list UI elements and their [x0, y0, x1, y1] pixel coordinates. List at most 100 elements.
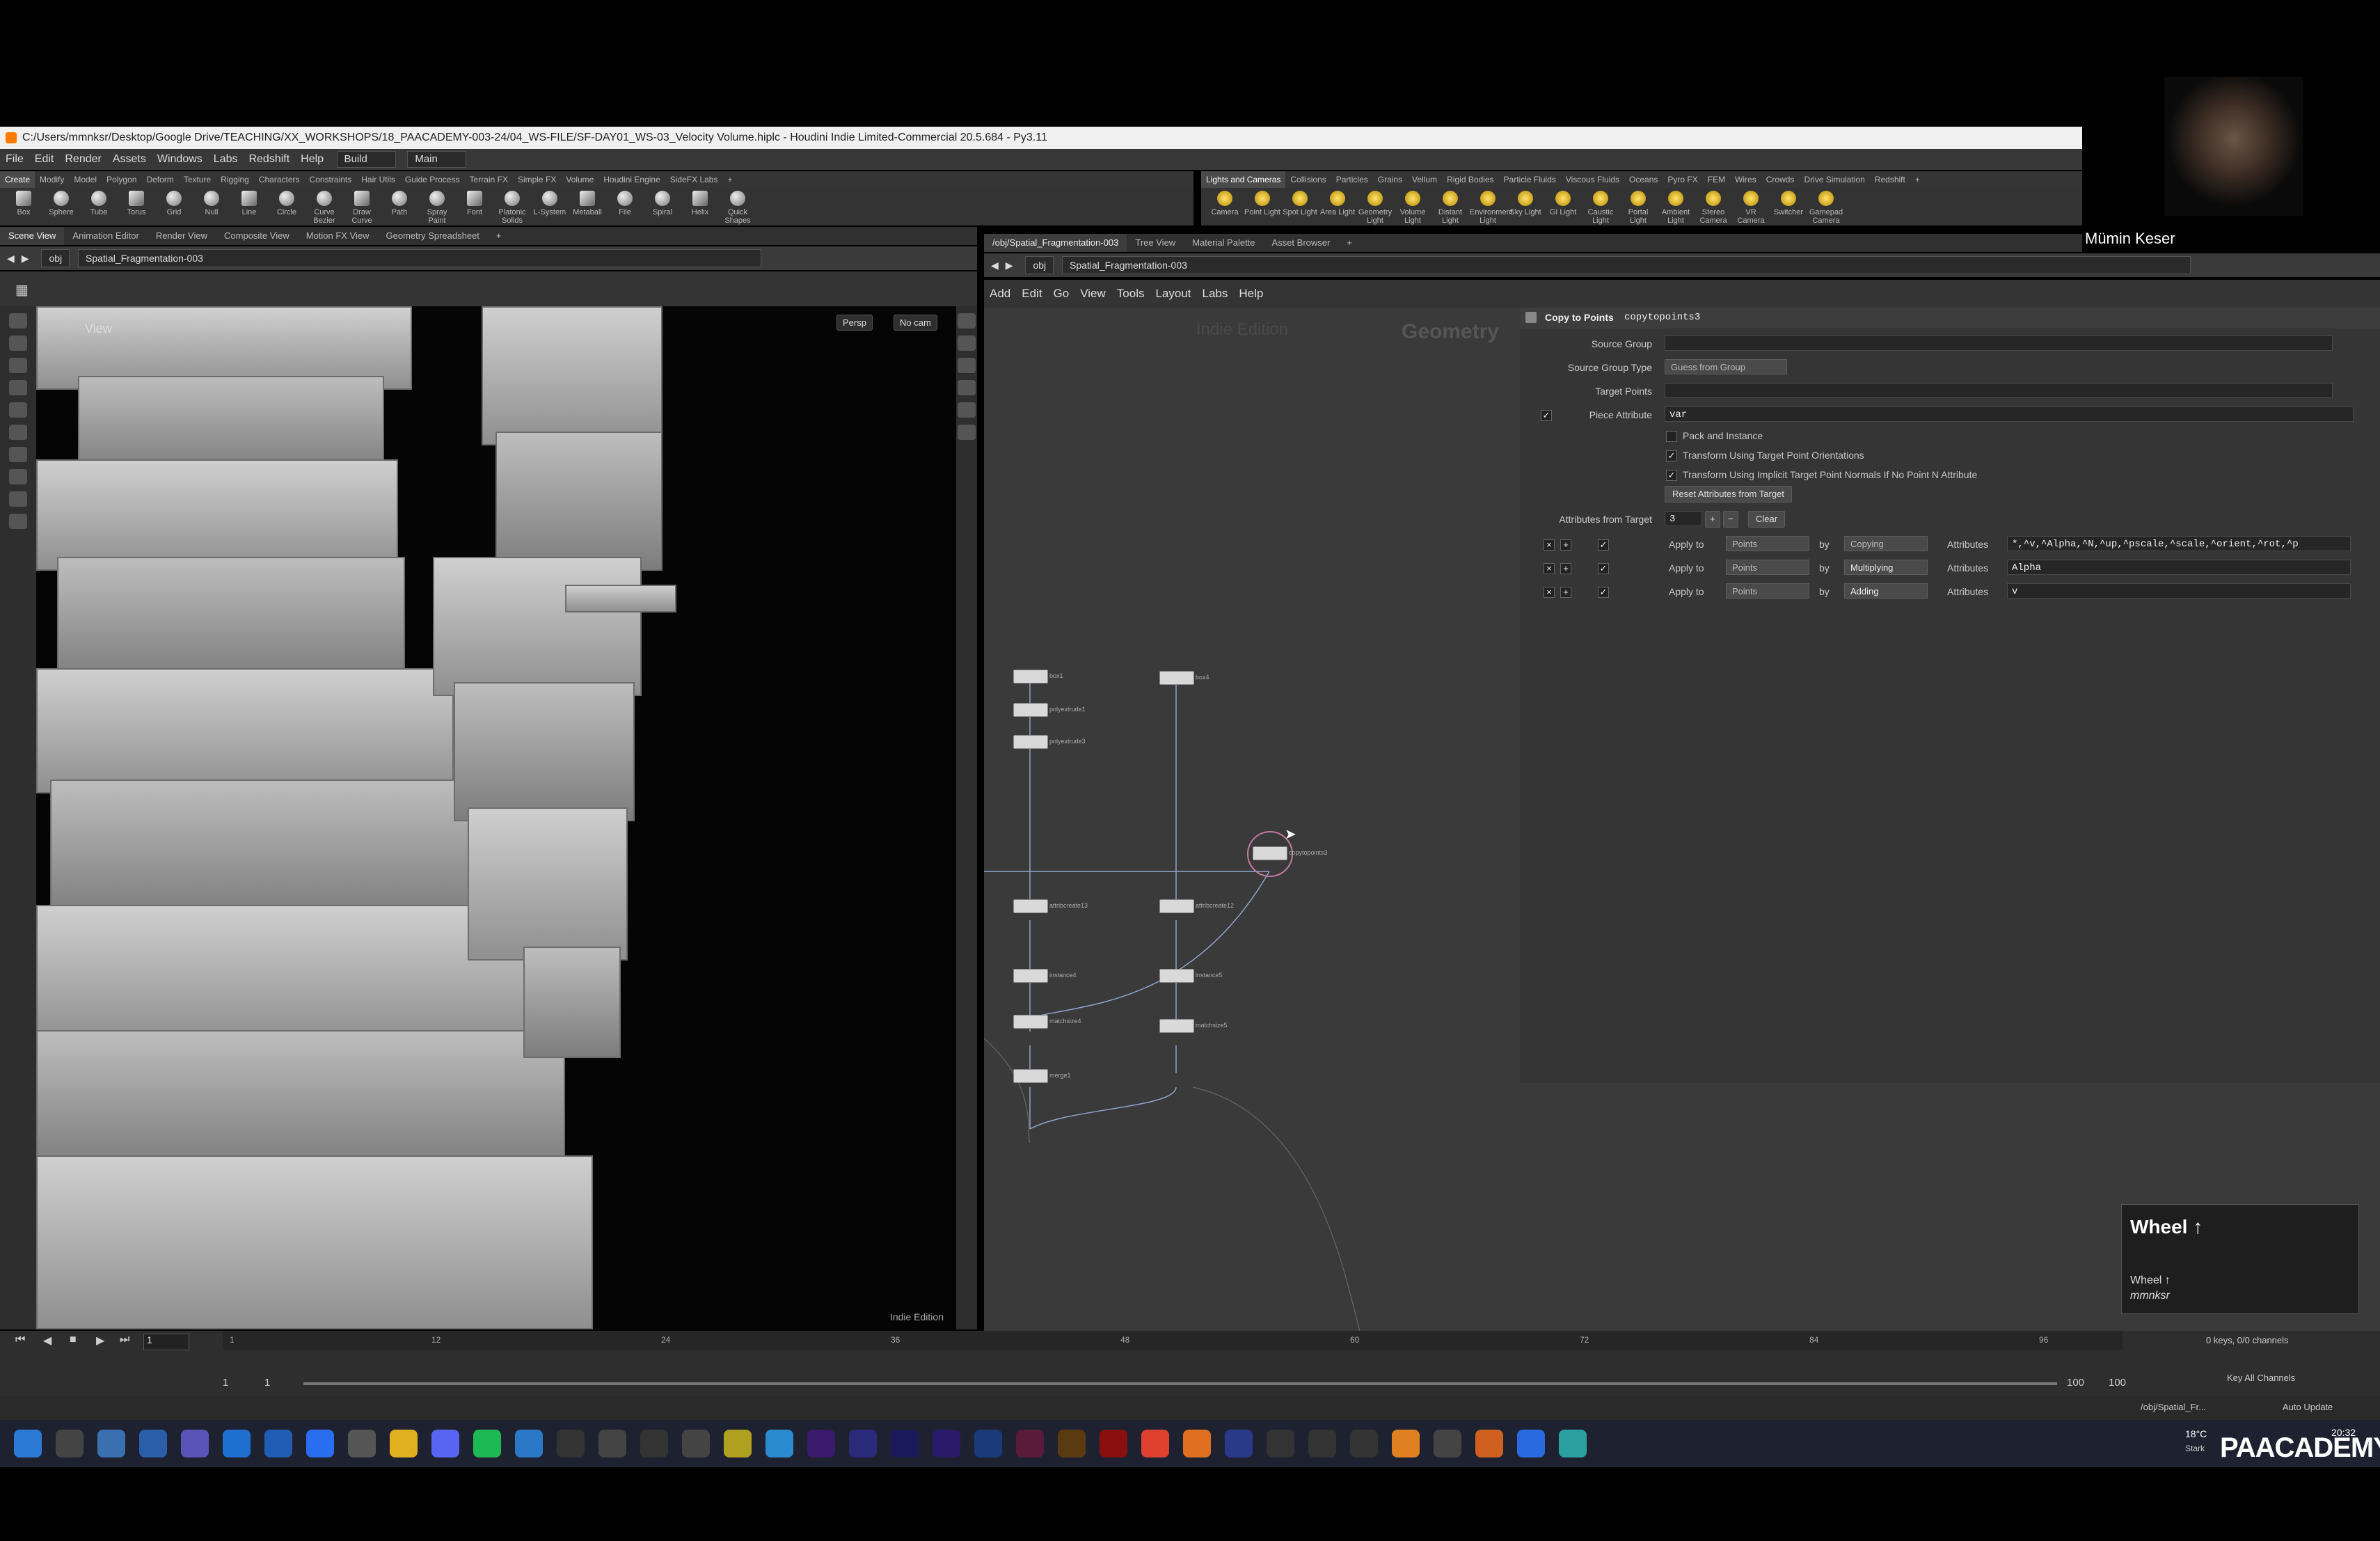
- shelf-tool-portal-light[interactable]: Portal Light: [1620, 191, 1656, 225]
- taskbar-app-icon[interactable]: [390, 1430, 418, 1457]
- shelf-tab-create[interactable]: Create: [0, 171, 35, 188]
- auto-update-dropdown[interactable]: Auto Update: [2283, 1402, 2333, 1412]
- points-icon[interactable]: [958, 402, 976, 418]
- taskbar-app-icon[interactable]: [1434, 1430, 1461, 1457]
- taskbar-app-icon[interactable]: [181, 1430, 209, 1457]
- node-merge1[interactable]: [1013, 1069, 1048, 1083]
- taskbar-app-icon[interactable]: [1392, 1430, 1420, 1457]
- shelf-tab-rigid-bodies[interactable]: Rigid Bodies: [1442, 171, 1498, 188]
- tab-network[interactable]: /obj/Spatial_Fragmentation-003: [984, 234, 1127, 252]
- shelf-tab-lights-cameras[interactable]: Lights and Cameras: [1201, 171, 1286, 188]
- shelf-tool-environment-light[interactable]: Environment Light: [1470, 191, 1513, 225]
- weather-temp[interactable]: 18°C: [2185, 1428, 2207, 1439]
- tab-geometry-spreadsheet[interactable]: Geometry Spreadsheet: [378, 227, 488, 245]
- handle-tool-icon[interactable]: [9, 402, 27, 418]
- tab-asset-browser[interactable]: Asset Browser: [1264, 234, 1339, 252]
- node-matchsize5[interactable]: [1159, 1019, 1194, 1033]
- net-menu-go[interactable]: Go: [1048, 280, 1075, 308]
- range-slider[interactable]: [303, 1382, 2057, 1385]
- lighting-icon[interactable]: [958, 358, 976, 373]
- scale-tool-icon[interactable]: [9, 380, 27, 395]
- attr-row-remove-icon[interactable]: ×: [1544, 563, 1555, 574]
- menu-assets[interactable]: Assets: [107, 149, 152, 170]
- path-root[interactable]: obj: [41, 249, 70, 267]
- shelf-tab-wires[interactable]: Wires: [1730, 171, 1761, 188]
- taskbar-app-icon[interactable]: [348, 1430, 376, 1457]
- range-end2-field[interactable]: 100: [2109, 1377, 2126, 1389]
- node-box4[interactable]: [1159, 671, 1194, 685]
- target-points-field[interactable]: [1665, 383, 2333, 398]
- snap-tool-icon[interactable]: [9, 469, 27, 484]
- shelf-tool-box[interactable]: Box: [6, 191, 42, 216]
- shelf-tool-quick-shapes[interactable]: Quick Shapes: [720, 191, 756, 225]
- taskbar-app-icon[interactable]: [807, 1430, 835, 1457]
- shelf-tool-path[interactable]: Path: [381, 191, 418, 216]
- net-menu-labs[interactable]: Labs: [1197, 280, 1234, 308]
- shelf-tool-gamepad-camera[interactable]: Gamepad Camera: [1808, 191, 1844, 225]
- taskbar-app-icon[interactable]: [933, 1430, 960, 1457]
- shelf-tool-caustic-light[interactable]: Caustic Light: [1582, 191, 1619, 225]
- network-editor[interactable]: Indie Edition Geometry box1 polyextrude1…: [984, 308, 1520, 1331]
- tab-animation-editor[interactable]: Animation Editor: [64, 227, 147, 245]
- shelf-tab-vellum[interactable]: Vellum: [1407, 171, 1442, 188]
- step-back-icon[interactable]: ◀: [43, 1334, 51, 1348]
- brush-tool-icon[interactable]: [9, 514, 27, 529]
- attr-row-insert-icon[interactable]: +: [1560, 539, 1571, 551]
- range-start-field[interactable]: 1: [223, 1377, 228, 1389]
- taskbar-app-icon[interactable]: [473, 1430, 501, 1457]
- move-tool-icon[interactable]: [9, 335, 27, 351]
- node-instance4[interactable]: [1013, 969, 1048, 983]
- shelf-tab-texture[interactable]: Texture: [179, 171, 216, 188]
- node-name-field[interactable]: copytopoints3: [1624, 312, 1700, 323]
- menu-labs[interactable]: Labs: [208, 149, 244, 170]
- shelf-tool-point-light[interactable]: Point Light: [1244, 191, 1280, 216]
- shelf-tool-curve-bezier[interactable]: Curve Bezier: [306, 191, 342, 225]
- shelf-tool-spray-paint[interactable]: Spray Paint: [419, 191, 455, 225]
- shelf-tab-model[interactable]: Model: [69, 171, 102, 188]
- shelf-tab-volume[interactable]: Volume: [561, 171, 598, 188]
- taskbar-app-icon[interactable]: [1267, 1430, 1294, 1457]
- workspace-dropdown[interactable]: Main: [407, 151, 466, 168]
- shelf-tool-ambient-light[interactable]: Ambient Light: [1658, 191, 1694, 225]
- shelf-tab-particles[interactable]: Particles: [1331, 171, 1373, 188]
- attributes-field[interactable]: Alpha: [2007, 560, 2351, 575]
- shelf-tool-sky-light[interactable]: Sky Light: [1507, 191, 1544, 216]
- by-dropdown[interactable]: Adding: [1844, 583, 1928, 599]
- taskbar-app-icon[interactable]: [1058, 1430, 1086, 1457]
- node-copytopoints3[interactable]: [1253, 846, 1287, 860]
- back-arrow-icon[interactable]: ◀: [7, 253, 15, 264]
- attrs-from-target-field[interactable]: 3: [1665, 511, 1702, 526]
- tab-render-view[interactable]: Render View: [148, 227, 216, 245]
- node-box1[interactable]: [1013, 670, 1048, 683]
- net-menu-help[interactable]: Help: [1233, 280, 1269, 308]
- display-option-icon[interactable]: [958, 313, 976, 329]
- shelf-tab-modify[interactable]: Modify: [35, 171, 69, 188]
- windows-start-icon[interactable]: [14, 1430, 42, 1457]
- shelf-tab-houdini-engine[interactable]: Houdini Engine: [598, 171, 665, 188]
- attr-row-remove-icon[interactable]: ×: [1544, 587, 1555, 598]
- taskbar-app-icon[interactable]: [849, 1430, 877, 1457]
- taskbar-app-icon[interactable]: [891, 1430, 919, 1457]
- taskbar-app-icon[interactable]: [1141, 1430, 1169, 1457]
- jump-start-icon[interactable]: ⏮: [15, 1334, 25, 1346]
- shelf-tool-l-system[interactable]: L-System: [532, 191, 568, 216]
- shelf-tool-stereo-camera[interactable]: Stereo Camera: [1695, 191, 1731, 225]
- taskbar-app-icon[interactable]: [974, 1430, 1002, 1457]
- shelf-tab-sidefx-labs[interactable]: SideFX Labs: [665, 171, 723, 188]
- shelf-tab-terrain-fx[interactable]: Terrain FX: [465, 171, 513, 188]
- back-arrow-right-icon[interactable]: ◀: [991, 260, 999, 271]
- shelf-tool-vr-camera[interactable]: VR Camera: [1733, 191, 1769, 225]
- taskbar-app-icon[interactable]: [724, 1430, 752, 1457]
- taskbar-app-icon[interactable]: [1517, 1430, 1545, 1457]
- node-instance5[interactable]: [1159, 969, 1194, 983]
- camera-button[interactable]: No cam: [894, 315, 937, 331]
- stop-icon[interactable]: ■: [70, 1334, 77, 1346]
- menu-help[interactable]: Help: [295, 149, 329, 170]
- taskbar-app-icon[interactable]: [598, 1430, 626, 1457]
- taskbar-app-icon[interactable]: [682, 1430, 710, 1457]
- range-end-field[interactable]: 100: [2067, 1377, 2084, 1389]
- path-node[interactable]: Spatial_Fragmentation-003: [78, 249, 762, 267]
- frame-ruler[interactable]: 1 12 24 36 48 60 72 84 96: [223, 1331, 2123, 1350]
- taskbar-app-icon[interactable]: [223, 1430, 251, 1457]
- shelf-tab-drive-simulation[interactable]: Drive Simulation: [1799, 171, 1869, 188]
